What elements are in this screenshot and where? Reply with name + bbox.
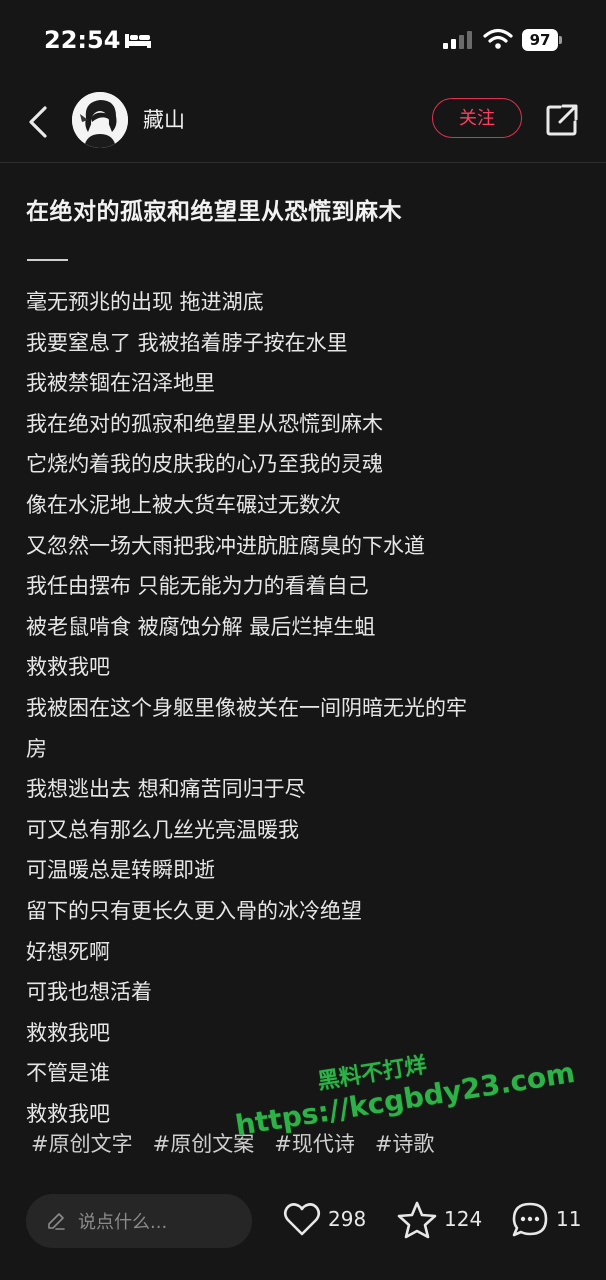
- battery-level: 97: [522, 29, 558, 51]
- poem-line: 不管是谁: [26, 1061, 110, 1086]
- like-button[interactable]: 298: [282, 1198, 374, 1242]
- poem-line: 我任由摆布 只能无能为力的看着自己: [26, 574, 369, 599]
- hashtag-link[interactable]: #原创文案: [153, 1132, 255, 1156]
- comment-button[interactable]: 11: [510, 1198, 582, 1242]
- heart-icon: [283, 1203, 321, 1236]
- poem-line: 救救我吧: [26, 655, 110, 680]
- poem-line: 我被禁锢在沼泽地里: [26, 371, 215, 396]
- comment-input[interactable]: 说点什么...: [26, 1194, 252, 1248]
- title-dash: [27, 259, 68, 261]
- poem-line: 我想逃出去 想和痛苦同归于尽: [26, 777, 306, 802]
- hashtag-link[interactable]: #现代诗: [274, 1132, 355, 1156]
- share-icon[interactable]: [544, 102, 580, 138]
- poem-line: 我被困在这个身躯里像被关在一间阴暗无光的牢: [26, 695, 467, 720]
- bottom-action-bar: 说点什么... 298 124 11: [0, 1180, 606, 1280]
- bed-icon: [125, 34, 151, 48]
- like-count: 298: [328, 1207, 367, 1231]
- poem-line: 好想死啊: [26, 939, 110, 964]
- poem-line: 可又总有那么几丝光亮温暖我: [26, 817, 299, 842]
- tag-list: #原创文字 #原创文案 #现代诗 #诗歌: [31, 1128, 454, 1158]
- post-title: 在绝对的孤寂和绝望里从恐慌到麻木: [26, 199, 402, 225]
- hashtag-link[interactable]: #诗歌: [375, 1132, 435, 1156]
- poem-line: 被老鼠啃食 被腐蚀分解 最后烂掉生蛆: [26, 614, 376, 639]
- hashtag-link[interactable]: #原创文字: [31, 1132, 133, 1156]
- poem-line: 像在水泥地上被大货车碾过无数次: [26, 492, 341, 517]
- poem-line: 我要窒息了 我被掐着脖子按在水里: [26, 330, 348, 355]
- comment-count: 11: [556, 1207, 582, 1231]
- post-body: 毫无预兆的出现 拖进湖底我要窒息了 我被掐着脖子按在水里 我被禁锢在沼泽地里我在绝…: [26, 282, 586, 1134]
- back-icon[interactable]: [24, 102, 54, 142]
- poem-line: 房: [26, 736, 47, 761]
- wifi-icon: [483, 28, 513, 49]
- battery-indicator: 97: [522, 29, 562, 51]
- comment-placeholder: 说点什么...: [78, 1212, 168, 1233]
- poem-line: 可温暖总是转瞬即逝: [26, 858, 215, 883]
- author-name[interactable]: 藏山: [143, 104, 185, 134]
- poem-line: 我在绝对的孤寂和绝望里从恐慌到麻木: [26, 411, 383, 436]
- author-avatar[interactable]: [72, 92, 128, 148]
- favorite-button[interactable]: 124: [396, 1198, 486, 1242]
- poem-line: 又忽然一场大雨把我冲进肮脏腐臭的下水道: [26, 533, 425, 558]
- header-divider: [0, 162, 606, 163]
- avatar-illustration: [72, 92, 128, 148]
- star-icon: [397, 1201, 437, 1239]
- comment-bubble-icon: [512, 1202, 548, 1237]
- battery-tip: [559, 36, 562, 44]
- poem-line: 毫无预兆的出现 拖进湖底: [26, 290, 264, 314]
- post-header: 藏山 关注: [0, 84, 606, 162]
- poem-line: 可我也想活着: [26, 980, 152, 1005]
- follow-button[interactable]: 关注: [432, 98, 522, 138]
- status-bar: 22:54 97: [0, 0, 606, 84]
- pen-icon: [48, 1213, 65, 1230]
- poem-line: 救救我吧: [26, 1020, 110, 1045]
- favorite-count: 124: [444, 1207, 483, 1231]
- status-time: 22:54: [44, 26, 121, 54]
- cellular-signal-icon: [443, 31, 472, 49]
- poem-line: 它烧灼着我的皮肤我的心乃至我的灵魂: [26, 452, 383, 477]
- poem-line: 留下的只有更长久更入骨的冰冷绝望: [26, 898, 362, 923]
